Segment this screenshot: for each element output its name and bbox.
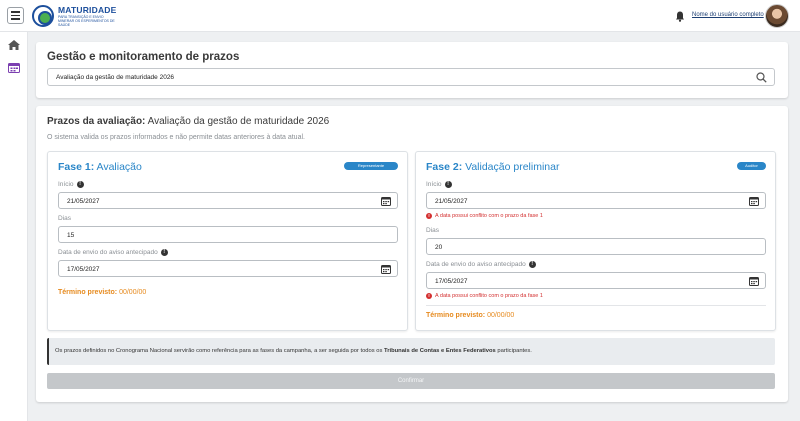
phase-1-notice-date-value: 17/05/2027 (67, 266, 100, 273)
search-input-value: Avaliação da gestão de maturidade 2026 (56, 74, 175, 81)
calendar-icon[interactable] (381, 196, 391, 206)
phase-2-notice-label-text: Data de envio do aviso antecipado (426, 261, 526, 268)
phase-2-start-date-field[interactable]: 21/05/2027 (426, 192, 766, 209)
phase-1-start-date-field[interactable]: 21/05/2027 (58, 192, 398, 209)
phase-1-title-name: Avaliação (94, 161, 142, 173)
search-input[interactable]: Avaliação da gestão de maturidade 2026 (47, 68, 775, 86)
error-icon: ! (426, 293, 432, 299)
deadlines-card: Prazos da avaliação: Avaliação da gestão… (36, 106, 788, 402)
deadlines-description: O sistema valida os prazos informados e … (47, 134, 305, 141)
search-card: Gestão e monitoramento de prazos Avaliaç… (36, 42, 788, 98)
phase-1-notice-label: Data de envio do aviso antecipado! (58, 249, 168, 256)
calendar-icon[interactable] (749, 196, 759, 206)
error-icon: ! (426, 213, 432, 219)
phase-2-end-value: 00/00/00 (485, 312, 515, 319)
home-icon[interactable] (8, 40, 20, 50)
phase-2-notice-date-field[interactable]: 17/05/2027 (426, 272, 766, 289)
side-nav (0, 32, 28, 421)
app-logo[interactable]: MATURIDADE PARA TRANSIÇÃO E ENVIO MINERA… (32, 5, 118, 27)
phase-1-card: Fase 1: Avaliação Representante Início! … (47, 151, 408, 331)
role-badge-auditor: Auditor (737, 162, 766, 170)
phase-2-end-date: Término previsto: 00/00/00 (426, 312, 514, 319)
phase-2-notice-label: Data de envio do aviso antecipado! (426, 261, 536, 268)
phase-1-title: Fase 1: Avaliação (58, 161, 142, 173)
avatar[interactable] (765, 4, 789, 28)
phase-2-start-date-value: 21/05/2027 (435, 198, 468, 205)
phase-2-notice-date-value: 17/05/2027 (435, 278, 468, 285)
phase-1-start-label-text: Início (58, 181, 74, 188)
hamburger-menu-icon[interactable] (7, 7, 24, 24)
calendar-icon[interactable] (381, 264, 391, 274)
logo-emblem-icon (32, 5, 54, 27)
logo-title: MATURIDADE (58, 5, 117, 15)
phase-1-notice-date-field[interactable]: 17/05/2027 (58, 260, 398, 277)
logo-subtitle: PARA TRANSIÇÃO E ENVIO MINERAR OS ESPERI… (58, 15, 115, 27)
phase-2-title-name: Validação preliminar (462, 161, 560, 173)
deadlines-title: Prazos da avaliação: Avaliação da gestão… (47, 116, 329, 127)
deadlines-title-value: Avaliação da gestão de maturidade 2026 (145, 116, 330, 127)
deadlines-title-prefix: Prazos da avaliação: (47, 116, 146, 127)
bell-icon[interactable] (675, 11, 685, 22)
phase-1-start-label: Início! (58, 181, 84, 188)
info-icon[interactable]: ! (160, 249, 168, 256)
phase-2-start-error: ! A data possui conflito com o prazo da f… (426, 213, 543, 219)
phase-2-start-error-text: A data possui conflito com o prazo da fa… (435, 213, 543, 219)
calendar-nav-icon[interactable] (8, 62, 20, 73)
role-badge-representante: Representante (344, 162, 398, 170)
phase-1-start-date-value: 21/05/2027 (67, 198, 100, 205)
notice-text-after: participantes. (495, 348, 532, 354)
divider (426, 305, 766, 306)
phase-2-days-field[interactable]: 20 (426, 238, 766, 255)
phase-2-start-label-text: Início (426, 181, 442, 188)
info-icon[interactable]: ! (76, 181, 84, 188)
phase-1-end-label: Término previsto: (58, 289, 118, 296)
phase-1-title-prefix: Fase 1: (58, 161, 95, 173)
phase-1-notice-label-text: Data de envio do aviso antecipado (58, 249, 158, 256)
phase-2-end-label: Término previsto: (426, 312, 486, 319)
phase-1-days-value: 15 (67, 232, 75, 239)
notice-text-bold: Tribunais de Contas e Entes Federativos (384, 348, 496, 354)
phase-1-days-label: Dias (58, 215, 72, 222)
phase-2-notice-error-text: A data possui conflito com o prazo da fa… (435, 293, 543, 299)
schedule-notice-text: Os prazos definidos no Cronograma Nacion… (55, 348, 532, 354)
phase-1-days-field[interactable]: 15 (58, 226, 398, 243)
calendar-icon[interactable] (749, 276, 759, 286)
user-name-link[interactable]: Nome do usuário completo (692, 12, 764, 18)
schedule-notice: Os prazos definidos no Cronograma Nacion… (47, 338, 775, 365)
page-title: Gestão e monitoramento de prazos (47, 51, 240, 63)
search-icon[interactable] (756, 72, 767, 83)
phase-1-end-value: 00/00/00 (117, 289, 147, 296)
info-icon[interactable]: ! (528, 261, 536, 268)
phase-2-title: Fase 2: Validação preliminar (426, 161, 559, 173)
phase-2-notice-error: ! A data possui conflito com o prazo da f… (426, 293, 543, 299)
phase-2-days-label: Dias (426, 227, 440, 234)
info-icon[interactable]: ! (444, 181, 452, 188)
notice-text-before: Os prazos definidos no Cronograma Nacion… (55, 348, 384, 354)
phase-1-end-date: Término previsto: 00/00/00 (58, 289, 146, 296)
phase-2-start-label: Início! (426, 181, 452, 188)
phase-2-title-prefix: Fase 2: (426, 161, 463, 173)
phase-2-days-value: 20 (435, 244, 443, 251)
confirm-button[interactable]: Confirmar (47, 373, 775, 389)
phase-2-card: Fase 2: Validação preliminar Auditor Iní… (415, 151, 776, 331)
top-bar: MATURIDADE PARA TRANSIÇÃO E ENVIO MINERA… (0, 0, 800, 32)
